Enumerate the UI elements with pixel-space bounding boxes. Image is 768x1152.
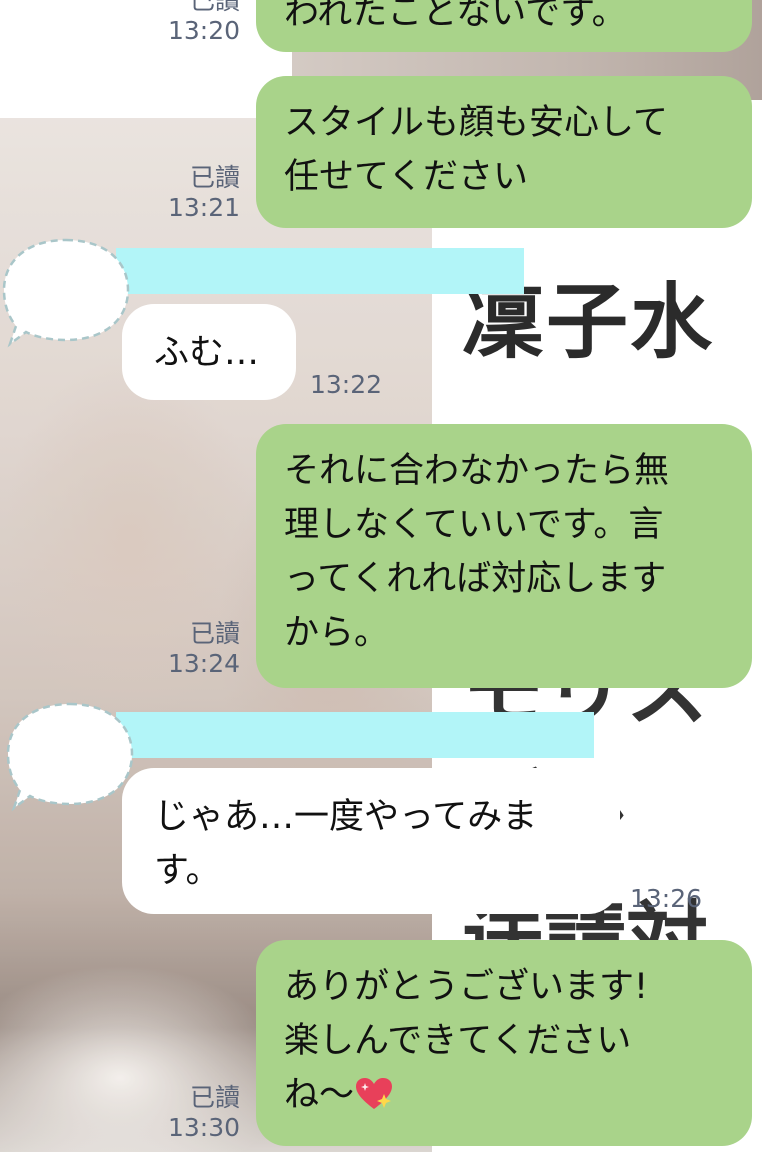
message-text-line: ね〜 [284,1068,724,1122]
message-bubble-outgoing[interactable]: スタイルも顔も安心して 任せてください [256,76,752,228]
message-text-line: ってくれれば対応します [284,559,667,599]
message-meta: 已讀 13:20 [168,0,240,46]
message-bubble-outgoing[interactable]: われたことないです。 [256,0,752,52]
message-meta: 已讀 13:30 [168,1083,240,1143]
message-bubble-outgoing[interactable]: ありがとうございます! 楽しんできてください ね〜 [256,940,752,1146]
chat-screen: 凜子水 モリス デル 送請対 われたことないです。 已讀 13:20 スタイルも… [0,0,768,1152]
avatar[interactable] [4,700,136,812]
message-text-line: から。 [284,613,390,653]
message-text-line: それに合わなかったら無 [284,451,670,491]
message-text-line: 任せてください [284,157,528,197]
message-text: われたことないです。 [284,0,627,33]
read-receipt: 已讀 [189,0,240,15]
message-timestamp: 13:26 [630,884,703,913]
read-receipt: 已讀 [189,1083,240,1112]
message-text-line: 楽しんできてください [284,1021,632,1061]
message-meta: 已讀 13:24 [168,619,240,679]
read-receipt: 已讀 [189,163,240,192]
avatar[interactable] [0,236,132,348]
message-text-line: ありがとうございます! [284,967,649,1007]
message-bubble-incoming[interactable]: ふむ… [122,304,296,400]
message-bubble-incoming[interactable]: じゃあ…一度やってみま す。 [122,768,620,914]
message-timestamp: 13:24 [167,649,240,678]
message-text: ね〜 [284,1075,355,1115]
message-timestamp: 13:21 [167,193,240,222]
message-bubble-outgoing[interactable]: それに合わなかったら無 理しなくていいです。言 ってくれれば対応します から。 [256,424,752,688]
background-poster-text-1: 凜子水 [462,275,715,370]
sender-name-redacted [116,712,594,758]
message-timestamp: 13:30 [167,1113,240,1142]
sparkling-heart-icon [356,1078,393,1109]
message-text-line: スタイルも顔も安心して [284,103,668,143]
message-timestamp: 13:22 [310,370,383,399]
sender-name-redacted [116,248,524,294]
read-receipt: 已讀 [189,619,240,648]
message-meta: 已讀 13:21 [168,163,240,223]
message-text-line: じゃあ…一度やってみま [154,797,538,837]
message-text-line: す。 [154,851,221,891]
message-text: ふむ… [154,333,260,373]
message-text-line: 理しなくていいです。言 [284,505,664,545]
message-timestamp: 13:20 [167,16,240,45]
